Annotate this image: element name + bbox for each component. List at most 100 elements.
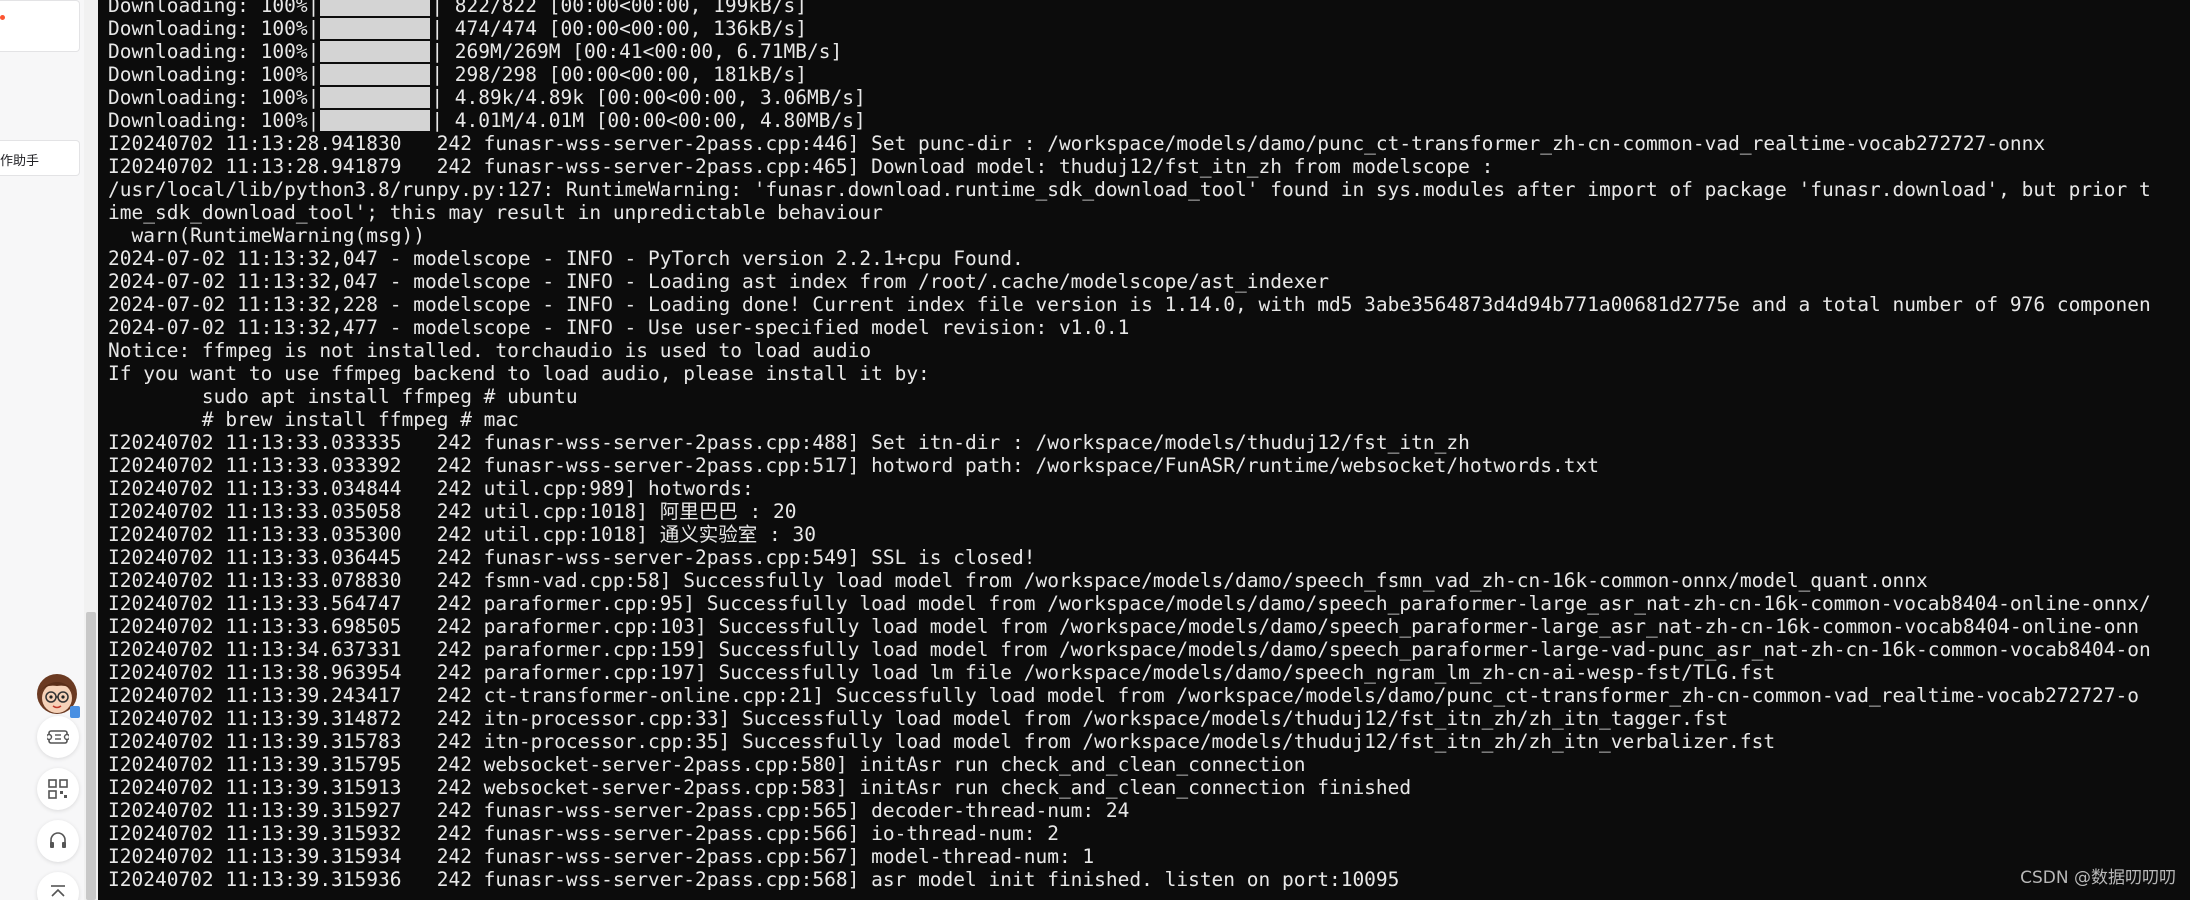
terminal-line: Downloading: 100%| | 269M/269M [00:41<00:… xyxy=(108,40,2151,63)
log-text: I20240702 11:13:33.034844 242 util.cpp:9… xyxy=(108,477,754,500)
progress-prefix: Downloading: 100%| xyxy=(108,109,320,132)
terminal-line: I20240702 11:13:39.315934 242 funasr-wss… xyxy=(108,845,2151,868)
terminal-line: Downloading: 100%| | 474/474 [00:00<00:00… xyxy=(108,17,2151,40)
log-text: sudo apt install ffmpeg # ubuntu xyxy=(108,385,578,408)
log-text: I20240702 11:13:39.315913 242 websocket-… xyxy=(108,776,1412,799)
terminal-line: Downloading: 100%| | 822/822 [00:00<00:00… xyxy=(108,0,2151,17)
log-text: I20240702 11:13:33.036445 242 funasr-wss… xyxy=(108,546,1036,569)
terminal-line: I20240702 11:13:33.035058 242 util.cpp:1… xyxy=(108,500,2151,523)
log-text: Notice: ffmpeg is not installed. torchau… xyxy=(108,339,872,362)
progress-bar xyxy=(320,0,431,16)
log-text: ime_sdk_download_tool'; this may result … xyxy=(108,201,883,224)
terminal-line: 2024-07-02 11:13:32,228 - modelscope - I… xyxy=(108,293,2151,316)
sidebar-card-notification[interactable] xyxy=(0,0,80,52)
log-text: I20240702 11:13:34.637331 242 paraformer… xyxy=(108,638,2151,661)
terminal-line: I20240702 11:13:39.315936 242 funasr-wss… xyxy=(108,868,2151,891)
log-text: /usr/local/lib/python3.8/runpy.py:127: R… xyxy=(108,178,2151,201)
log-text: I20240702 11:13:39.315934 242 funasr-wss… xyxy=(108,845,1095,868)
terminal-line: I20240702 11:13:33.036445 242 funasr-wss… xyxy=(108,546,2151,569)
page-scrollbar-thumb[interactable] xyxy=(86,612,96,900)
terminal-line: I20240702 11:13:33.033335 242 funasr-wss… xyxy=(108,431,2151,454)
terminal-line: Downloading: 100%| | 4.89k/4.89k [00:00<0… xyxy=(108,86,2151,109)
log-text: I20240702 11:13:39.315927 242 funasr-wss… xyxy=(108,799,1130,822)
terminal-line: 2024-07-02 11:13:32,047 - modelscope - I… xyxy=(108,270,2151,293)
mascot-icon[interactable] xyxy=(30,668,84,722)
terminal-line: I20240702 11:13:33.078830 242 fsmn-vad.c… xyxy=(108,569,2151,592)
progress-suffix: | 822/822 [00:00<00:00, 199kB/s] xyxy=(431,0,808,17)
left-sidebar: 作助手 xyxy=(0,0,84,900)
progress-prefix: Downloading: 100%| xyxy=(108,17,320,40)
terminal-window[interactable]: Downloading: 100%| | 822/822 [00:00<00:00… xyxy=(98,0,2190,900)
terminal-line: warn(RuntimeWarning(msg)) xyxy=(108,224,2151,247)
progress-bar xyxy=(320,110,431,131)
sidebar-card-assistant[interactable]: 作助手 xyxy=(0,140,80,176)
terminal-line: I20240702 11:13:34.637331 242 paraformer… xyxy=(108,638,2151,661)
log-text: I20240702 11:13:33.035300 242 util.cpp:1… xyxy=(108,523,816,546)
terminal-line: I20240702 11:13:39.315795 242 websocket-… xyxy=(108,753,2151,776)
terminal-line: I20240702 11:13:33.033392 242 funasr-wss… xyxy=(108,454,2151,477)
terminal-line: I20240702 11:13:33.034844 242 util.cpp:9… xyxy=(108,477,2151,500)
progress-suffix: | 4.01M/4.01M [00:00<00:00, 4.80MB/s] xyxy=(431,109,866,132)
log-text: I20240702 11:13:28.941830 242 funasr-wss… xyxy=(108,132,2046,155)
log-text: 2024-07-02 11:13:32,047 - modelscope - I… xyxy=(108,270,1329,293)
terminal-line: Downloading: 100%| | 298/298 [00:00<00:00… xyxy=(108,63,2151,86)
log-text: I20240702 11:13:28.941879 242 funasr-wss… xyxy=(108,155,1494,178)
log-text: 2024-07-02 11:13:32,477 - modelscope - I… xyxy=(108,316,1130,339)
log-text: I20240702 11:13:39.243417 242 ct-transfo… xyxy=(108,684,2140,707)
terminal-line: I20240702 11:13:33.698505 242 paraformer… xyxy=(108,615,2151,638)
progress-bar xyxy=(320,87,431,108)
progress-prefix: Downloading: 100%| xyxy=(108,0,320,17)
progress-suffix: | 298/298 [00:00<00:00, 181kB/s] xyxy=(431,63,808,86)
progress-suffix: | 4.89k/4.89k [00:00<00:00, 3.06MB/s] xyxy=(431,86,866,109)
terminal-line: I20240702 11:13:39.315932 242 funasr-wss… xyxy=(108,822,2151,845)
progress-prefix: Downloading: 100%| xyxy=(108,86,320,109)
log-text: I20240702 11:13:33.078830 242 fsmn-vad.c… xyxy=(108,569,1928,592)
log-text: I20240702 11:13:33.035058 242 util.cpp:1… xyxy=(108,500,797,523)
progress-bar xyxy=(320,18,431,39)
log-text: I20240702 11:13:39.315936 242 funasr-wss… xyxy=(108,868,1400,891)
progress-bar xyxy=(320,41,431,62)
log-text: I20240702 11:13:39.315795 242 websocket-… xyxy=(108,753,1306,776)
terminal-line: I20240702 11:13:38.963954 242 paraformer… xyxy=(108,661,2151,684)
log-text: I20240702 11:13:33.033392 242 funasr-wss… xyxy=(108,454,1599,477)
ticket-icon[interactable] xyxy=(37,716,79,758)
terminal-line: /usr/local/lib/python3.8/runpy.py:127: R… xyxy=(108,178,2151,201)
qrcode-icon[interactable] xyxy=(37,768,79,810)
progress-bar xyxy=(320,64,431,85)
terminal-line: 2024-07-02 11:13:32,047 - modelscope - I… xyxy=(108,247,2151,270)
log-text: I20240702 11:13:39.314872 242 itn-proces… xyxy=(108,707,1729,730)
log-text: # brew install ffmpeg # mac xyxy=(108,408,519,431)
watermark: CSDN @数据叨叨叨 xyxy=(2020,868,2176,888)
log-text: I20240702 11:13:38.963954 242 paraformer… xyxy=(108,661,1776,684)
log-text: warn(RuntimeWarning(msg)) xyxy=(108,224,425,247)
log-text: I20240702 11:13:33.564747 242 paraformer… xyxy=(108,592,2151,615)
log-text: I20240702 11:13:33.698505 242 paraformer… xyxy=(108,615,2140,638)
progress-prefix: Downloading: 100%| xyxy=(108,40,320,63)
terminal-line: Downloading: 100%| | 4.01M/4.01M [00:00<0… xyxy=(108,109,2151,132)
terminal-line: # brew install ffmpeg # mac xyxy=(108,408,2151,431)
log-text: I20240702 11:13:33.033335 242 funasr-wss… xyxy=(108,431,1470,454)
terminal-line: I20240702 11:13:39.314872 242 itn-proces… xyxy=(108,707,2151,730)
terminal-line: I20240702 11:13:39.243417 242 ct-transfo… xyxy=(108,684,2151,707)
progress-suffix: | 474/474 [00:00<00:00, 136kB/s] xyxy=(431,17,808,40)
terminal-line: I20240702 11:13:39.315927 242 funasr-wss… xyxy=(108,799,2151,822)
log-text: If you want to use ffmpeg backend to loa… xyxy=(108,362,930,385)
terminal-line: I20240702 11:13:39.315913 242 websocket-… xyxy=(108,776,2151,799)
terminal-line: 2024-07-02 11:13:32,477 - modelscope - I… xyxy=(108,316,2151,339)
progress-suffix: | 269M/269M [00:41<00:00, 6.71MB/s] xyxy=(431,40,843,63)
terminal-line: I20240702 11:13:39.315783 242 itn-proces… xyxy=(108,730,2151,753)
terminal-line: I20240702 11:13:28.941830 242 funasr-wss… xyxy=(108,132,2151,155)
screen: 作助手 Downloading: 100%| | 822/822 [00:00<… xyxy=(0,0,2190,900)
headset-icon[interactable] xyxy=(37,820,79,862)
notification-dot-icon xyxy=(0,15,5,20)
terminal-line: If you want to use ffmpeg backend to loa… xyxy=(108,362,2151,385)
log-text: I20240702 11:13:39.315783 242 itn-proces… xyxy=(108,730,1776,753)
log-text: 2024-07-02 11:13:32,228 - modelscope - I… xyxy=(108,293,2151,316)
terminal-line: I20240702 11:13:28.941879 242 funasr-wss… xyxy=(108,155,2151,178)
progress-prefix: Downloading: 100%| xyxy=(108,63,320,86)
to-top-icon[interactable] xyxy=(37,872,79,900)
terminal-line: I20240702 11:13:33.564747 242 paraformer… xyxy=(108,592,2151,615)
terminal-output: Downloading: 100%| | 822/822 [00:00<00:00… xyxy=(108,0,2151,891)
log-text: I20240702 11:13:39.315932 242 funasr-wss… xyxy=(108,822,1059,845)
terminal-line: Notice: ffmpeg is not installed. torchau… xyxy=(108,339,2151,362)
